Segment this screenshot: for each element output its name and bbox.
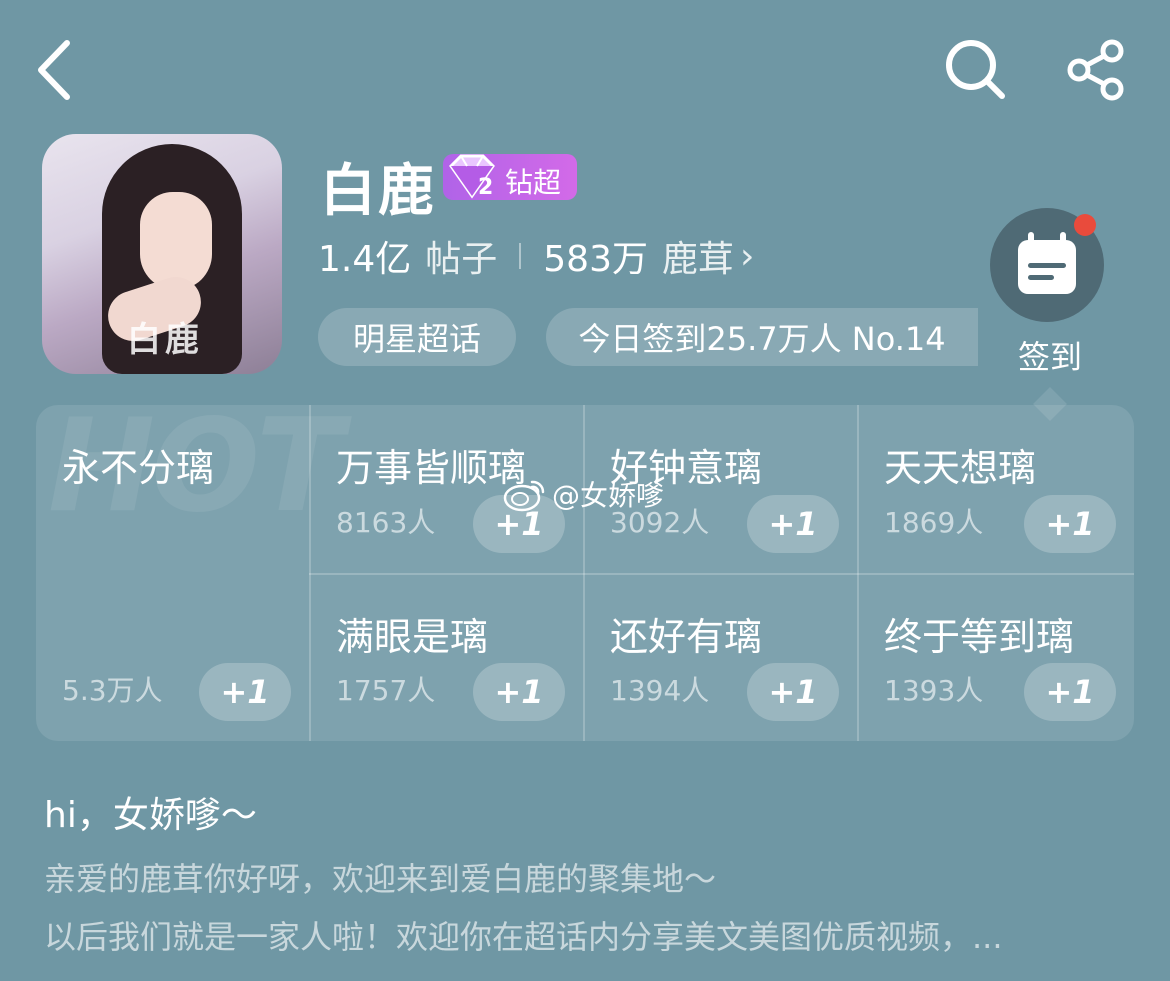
avatar-watermark-text: 白鹿 <box>127 320 203 360</box>
back-arrow-icon <box>38 40 70 100</box>
plus-one-button[interactable]: +1 <box>1024 495 1116 553</box>
nickname-card[interactable]: 终于等到璃 1393人 +1 <box>858 574 1134 741</box>
nickname-count: 1869人 <box>884 506 984 539</box>
stats-divider <box>519 243 522 269</box>
notification-dot <box>1074 214 1096 236</box>
nickname-title: 还好有璃 <box>610 615 763 659</box>
search-icon <box>946 40 1005 99</box>
weibo-watermark: @女娇嗲 <box>502 474 664 514</box>
plus-one-button[interactable]: +1 <box>199 663 291 721</box>
diamond-icon: 2 <box>449 154 495 200</box>
posts-count: 1.4亿 <box>318 239 412 280</box>
plus-one-button[interactable]: +1 <box>747 495 839 553</box>
nickname-card[interactable]: 满眼是璃 1757人 +1 <box>310 574 583 741</box>
nickname-card[interactable]: 还好有璃 1394人 +1 <box>584 574 857 741</box>
nickname-title: 永不分璃 <box>62 446 215 490</box>
level-badge[interactable]: 2 钻超 <box>443 154 577 200</box>
intro-line-2[interactable]: 以后我们就是一家人啦！欢迎你在超话内分享美文美图优质视频，... <box>44 912 1003 958</box>
fans-link[interactable]: 583万 鹿茸 › <box>543 230 754 282</box>
badge-label: 钻超 <box>505 166 562 199</box>
checkin-stats-chip[interactable]: 今日签到25.7万人 No.14 <box>546 308 978 366</box>
weibo-logo-icon <box>503 480 545 512</box>
greeting-text: hi，女娇嗲～ <box>44 795 257 836</box>
checkin-label: 签到 <box>1018 338 1083 376</box>
nickname-title: 终于等到璃 <box>884 615 1075 659</box>
search-button[interactable] <box>936 30 1016 110</box>
badge-level-number: 2 <box>478 175 493 200</box>
watermark-text: @女娇嗲 <box>552 479 665 512</box>
intro-line-1: 亲爱的鹿茸你好呀，欢迎来到爱白鹿的聚集地～ <box>44 860 717 898</box>
posts-label: 帖子 <box>425 239 498 280</box>
nickname-count: 1394人 <box>610 674 710 707</box>
topic-stats: 1.4亿 帖子 583万 鹿茸 › <box>318 230 754 282</box>
nickname-count: 5.3万人 <box>62 674 163 707</box>
topic-avatar[interactable]: 白鹿 <box>42 134 282 374</box>
plus-one-button[interactable]: +1 <box>1024 663 1116 721</box>
topic-title: 白鹿 <box>320 159 436 224</box>
fans-label: 鹿茸 <box>662 239 735 280</box>
nickname-title: 满眼是璃 <box>336 615 489 659</box>
nickname-count: 1757人 <box>336 674 436 707</box>
nickname-title: 万事皆顺璃 <box>336 446 527 490</box>
nickname-card[interactable]: 天天想璃 1869人 +1 <box>858 405 1134 573</box>
nickname-count: 1393人 <box>884 674 984 707</box>
nickname-title: 天天想璃 <box>884 446 1037 490</box>
avatar-face <box>140 192 212 290</box>
plus-one-button[interactable]: +1 <box>473 663 565 721</box>
nickname-card[interactable]: 永不分璃 5.3万人 +1 <box>36 405 309 741</box>
chevron-right-icon: › <box>740 235 755 277</box>
share-button[interactable] <box>1056 30 1136 110</box>
fans-count: 583万 <box>543 239 648 280</box>
plus-one-button[interactable]: +1 <box>747 663 839 721</box>
nickname-count: 8163人 <box>336 506 436 539</box>
share-icon <box>1067 39 1124 101</box>
back-button[interactable] <box>14 30 94 110</box>
category-chip[interactable]: 明星超话 <box>318 308 516 366</box>
